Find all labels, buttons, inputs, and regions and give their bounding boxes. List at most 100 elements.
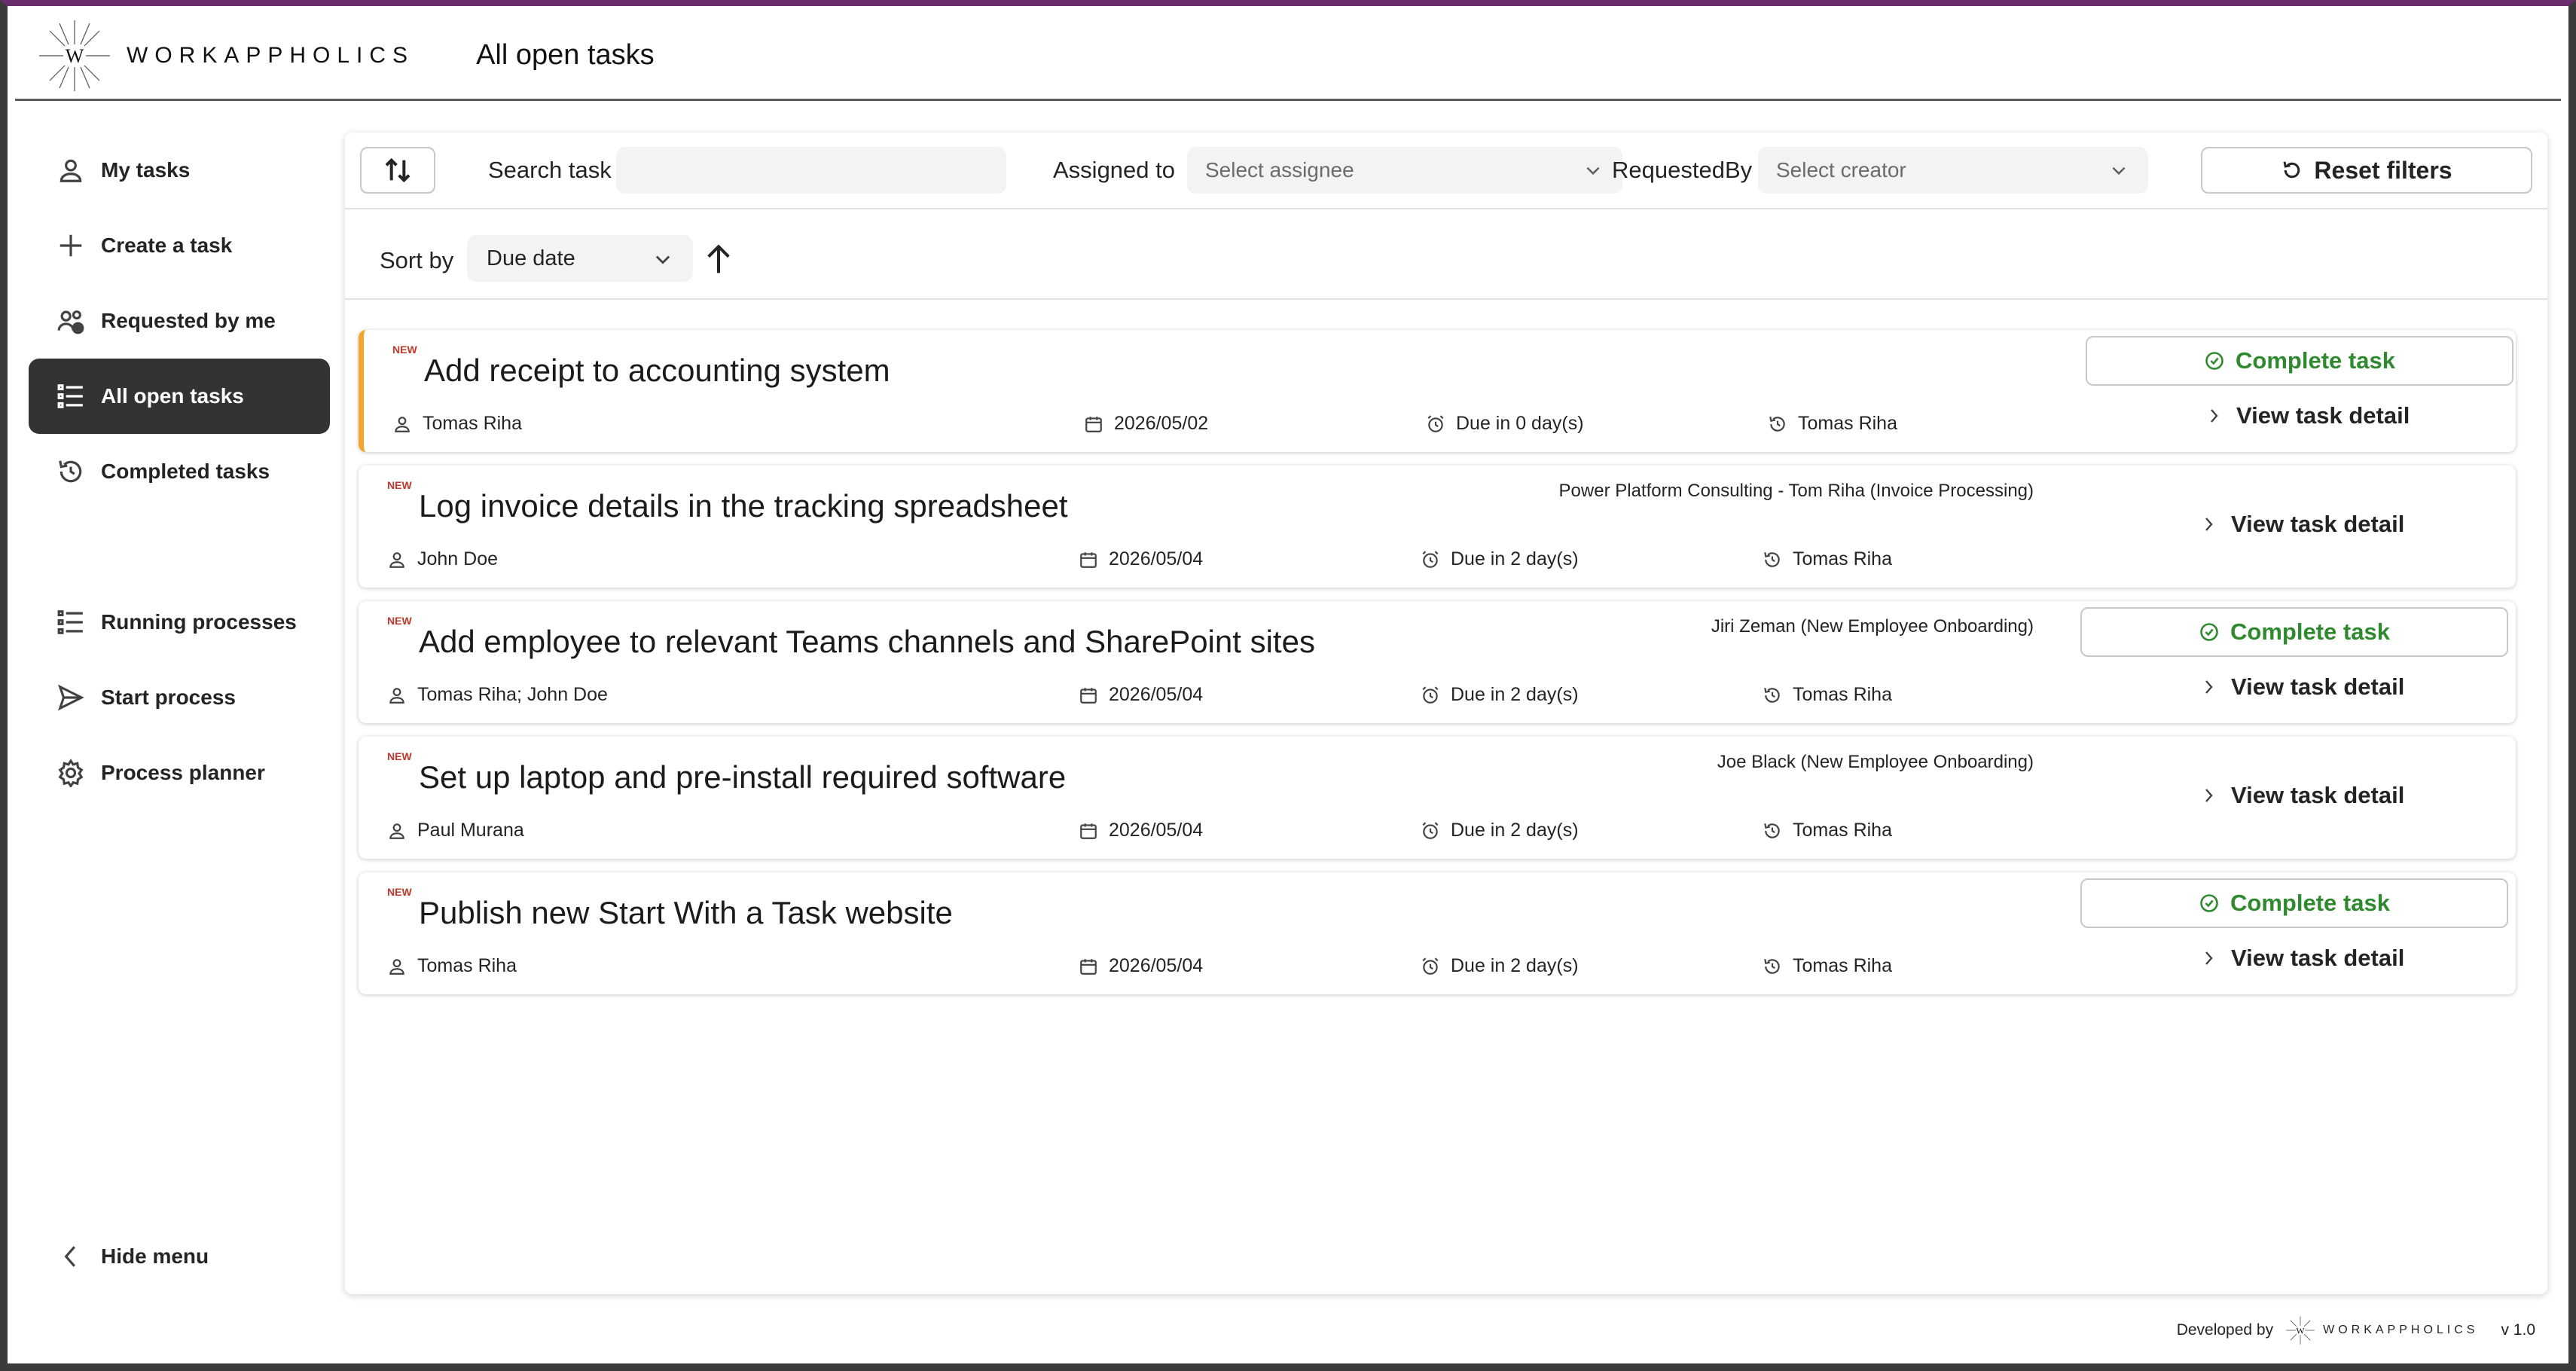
- task-card: NEW Add receipt to accounting system Tom…: [359, 330, 2516, 452]
- person-icon: [389, 823, 404, 839]
- search-input[interactable]: [616, 147, 1006, 194]
- person-icon: [389, 551, 404, 568]
- brand-name: WORKAPPHOLICS: [127, 42, 415, 68]
- sidebar-item-start-process[interactable]: Start process: [29, 660, 330, 735]
- person-icon: [56, 155, 86, 185]
- task-card: NEW Publish new Start With a Task websit…: [359, 872, 2516, 994]
- sidebar-item-requested-by-me[interactable]: Requested by me: [29, 283, 330, 359]
- chevron-right-icon: [2205, 951, 2213, 965]
- sidebar-item-completed-tasks[interactable]: Completed tasks: [29, 434, 330, 509]
- reset-filters-label: Reset filters: [2314, 156, 2452, 184]
- person-icon: [389, 958, 404, 975]
- task-date: 2026/05/04: [1079, 548, 1203, 570]
- sidebar-item-my-tasks[interactable]: My tasks: [29, 133, 330, 208]
- people-icon: [56, 306, 86, 336]
- check-circle-icon: [2200, 623, 2218, 641]
- alarm-icon: [1422, 550, 1439, 568]
- reset-filters-button[interactable]: Reset filters: [2201, 147, 2532, 194]
- task-title: Log invoice details in the tracking spre…: [419, 488, 1068, 524]
- sidebar-item-label: All open tasks: [101, 384, 244, 408]
- list-icon: [56, 381, 86, 411]
- reset-icon: [2283, 161, 2300, 179]
- task-source: Joe Black (New Employee Onboarding): [1717, 752, 2034, 772]
- sidebar-item-process-planner[interactable]: Process planner: [29, 735, 330, 811]
- sort-arrows-icon: [385, 157, 411, 183]
- history-icon: [56, 456, 86, 487]
- new-badge: NEW: [387, 886, 412, 898]
- sidebar-item-all-open-tasks[interactable]: All open tasks: [29, 359, 330, 434]
- chevron-down-icon: [1586, 166, 1600, 176]
- assigned-to-label: Assigned to: [1053, 157, 1175, 183]
- hide-menu-button[interactable]: Hide menu: [29, 1219, 330, 1294]
- history-icon: [1764, 551, 1780, 567]
- sidebar-item-label: Running processes: [101, 610, 297, 634]
- assignee-select[interactable]: Select assignee: [1187, 147, 1622, 194]
- person-icon: [389, 687, 404, 704]
- send-icon: [56, 682, 86, 713]
- sort-toggle-button[interactable]: [360, 147, 435, 194]
- task-title: Add receipt to accounting system: [424, 353, 890, 388]
- alarm-icon: [1422, 957, 1439, 975]
- new-badge: NEW: [387, 479, 412, 491]
- chevron-down-icon: [655, 255, 670, 264]
- check-circle-icon: [2205, 352, 2223, 370]
- task-requested-by: Tomas Riha: [1768, 413, 1897, 435]
- task-due: Due in 0 day(s): [1426, 413, 1584, 435]
- history-icon: [1764, 958, 1780, 974]
- complete-task-button[interactable]: Complete task: [2080, 607, 2508, 657]
- calendar-icon: [1085, 416, 1102, 432]
- sort-by-value: Due date: [487, 246, 575, 270]
- history-icon: [1764, 823, 1780, 838]
- creator-select[interactable]: Select creator: [1758, 147, 2148, 194]
- new-badge: NEW: [387, 750, 412, 762]
- gear-icon: [56, 758, 86, 788]
- brand-logo[interactable]: W WORKAPPHOLICS: [33, 14, 414, 97]
- sidebar-item-create-task[interactable]: Create a task: [29, 208, 330, 283]
- arrow-up-icon: [707, 244, 730, 273]
- view-task-detail-link[interactable]: View task detail: [2199, 782, 2404, 809]
- task-assignee: Tomas Riha; John Doe: [387, 684, 608, 706]
- sidebar-item-label: Completed tasks: [101, 460, 270, 483]
- new-badge: NEW: [387, 615, 412, 627]
- chevron-down-icon: [2112, 166, 2126, 176]
- chevron-right-icon: [2205, 518, 2213, 531]
- person-icon: [395, 416, 410, 432]
- task-assignee: Tomas Riha: [387, 955, 517, 977]
- svg-text:W: W: [66, 45, 84, 67]
- alarm-icon: [1422, 686, 1439, 704]
- task-requested-by: Tomas Riha: [1763, 820, 1892, 841]
- task-requested-by: Tomas Riha: [1763, 548, 1892, 570]
- task-title: Add employee to relevant Teams channels …: [419, 624, 1315, 659]
- complete-task-button[interactable]: Complete task: [2080, 878, 2508, 928]
- task-requested-by: Tomas Riha: [1763, 955, 1892, 977]
- task-card: NEW Add employee to relevant Teams chann…: [359, 601, 2516, 723]
- sort-direction-button[interactable]: [704, 243, 734, 276]
- list-icon: [56, 607, 86, 637]
- calendar-icon: [1080, 823, 1097, 839]
- sidebar-item-label: Process planner: [101, 761, 265, 784]
- hide-menu-label: Hide menu: [101, 1244, 209, 1268]
- view-task-detail-link[interactable]: View task detail: [2205, 402, 2410, 429]
- main-panel: Search task Assigned to Select assignee …: [345, 133, 2547, 1294]
- calendar-icon: [1080, 958, 1097, 975]
- calendar-icon: [1080, 551, 1097, 568]
- task-date: 2026/05/02: [1084, 413, 1208, 435]
- alarm-icon: [1422, 821, 1439, 839]
- view-task-detail-link[interactable]: View task detail: [2199, 945, 2404, 972]
- task-assignee: John Doe: [387, 548, 498, 570]
- sort-by-select[interactable]: Due date: [467, 235, 693, 282]
- view-task-detail-link[interactable]: View task detail: [2199, 673, 2404, 701]
- complete-task-button[interactable]: Complete task: [2086, 336, 2513, 386]
- task-card: NEW Set up laptop and pre-install requir…: [359, 737, 2516, 859]
- footer-logo[interactable]: W WORKAPPHOLICS: [2284, 1314, 2478, 1347]
- creator-placeholder: Select creator: [1776, 158, 1906, 182]
- task-date: 2026/05/04: [1079, 684, 1203, 706]
- view-task-detail-link[interactable]: View task detail: [2199, 511, 2404, 538]
- sidebar-item-running-processes[interactable]: Running processes: [29, 585, 330, 660]
- task-due: Due in 2 day(s): [1421, 955, 1579, 977]
- sort-by-label: Sort by: [380, 247, 454, 273]
- sidebar-item-label: Create a task: [101, 234, 233, 257]
- chevron-right-icon: [2211, 409, 2218, 423]
- check-circle-icon: [2200, 894, 2218, 912]
- task-source: Power Platform Consulting - Tom Riha (In…: [1558, 481, 2034, 501]
